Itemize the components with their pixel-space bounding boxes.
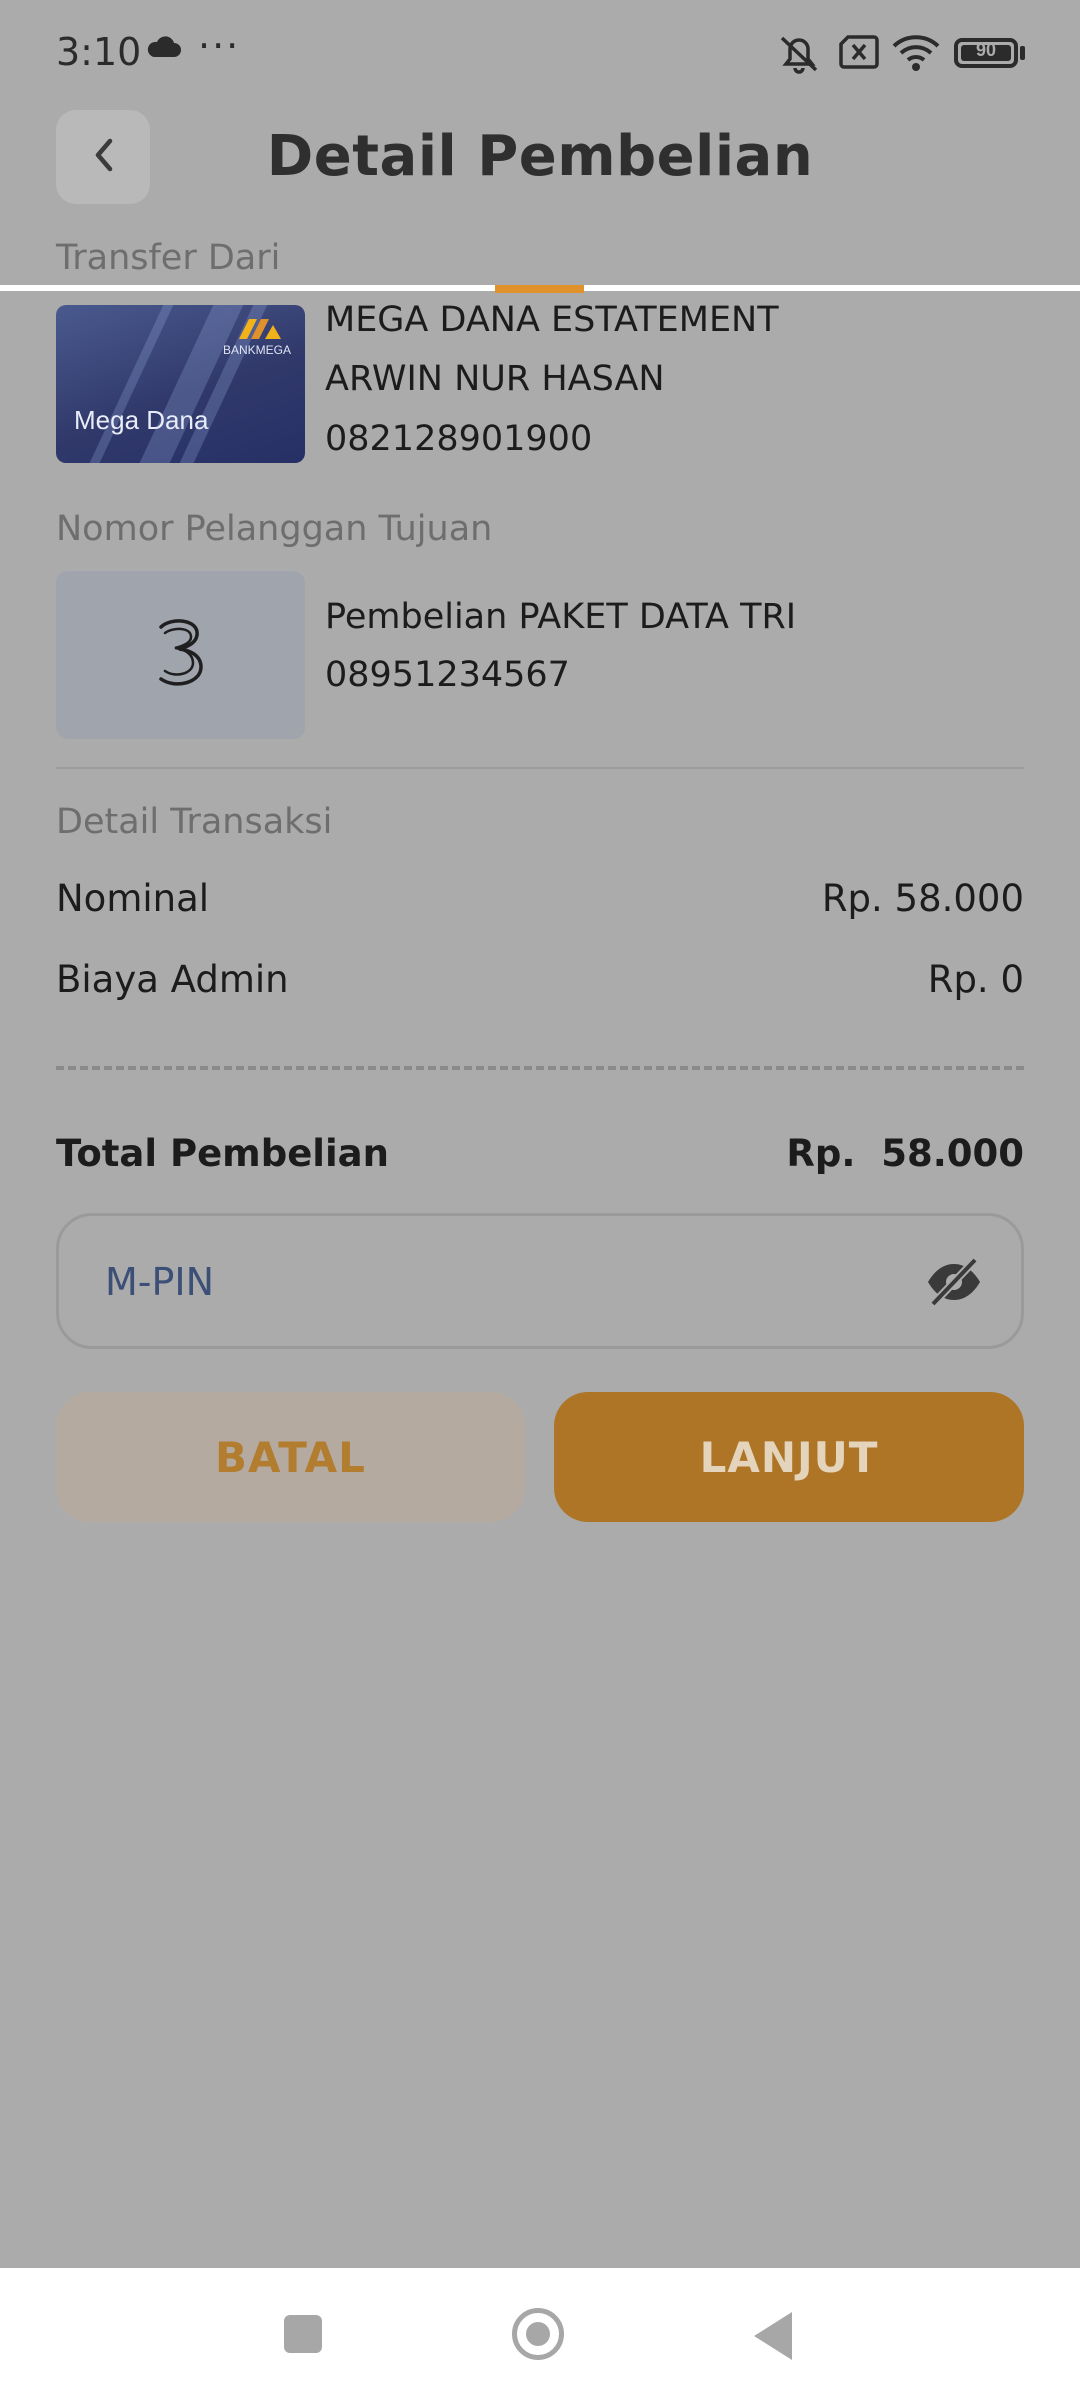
battery-tip (1020, 46, 1025, 60)
bank-mega-logo-icon (237, 317, 283, 343)
operator-logo (56, 571, 305, 739)
home-icon[interactable] (512, 2308, 564, 2360)
card-product-name: Mega Dana (74, 405, 209, 435)
total-value: Rp. 58.000 (786, 1132, 1024, 1175)
status-time: 3:10 (56, 30, 142, 74)
more-notifications-icon: ··· (198, 24, 241, 68)
back-nav-icon[interactable] (754, 2312, 792, 2360)
source-account-name: MEGA DANA ESTATEMENT (325, 300, 779, 340)
admin-fee-label: Biaya Admin (56, 958, 289, 1001)
target-customer-label: Nomor Pelanggan Tujuan (56, 509, 493, 549)
card-bank-name: BANKMEGA (222, 343, 291, 357)
total-label: Total Pembelian (56, 1132, 389, 1175)
wifi-icon (892, 34, 940, 76)
admin-fee-value: Rp. 0 (927, 958, 1024, 1001)
battery-icon: 90 (954, 38, 1018, 68)
target-number: 08951234567 (325, 655, 570, 695)
next-button[interactable]: LANJUT (554, 1392, 1024, 1522)
eye-off-icon[interactable] (925, 1256, 983, 1312)
page-title: Detail Pembelian (266, 124, 814, 189)
transfer-from-label: Transfer Dari (56, 238, 281, 278)
target-product: Pembelian PAKET DATA TRI (325, 597, 797, 637)
progress-indicator (495, 285, 584, 293)
cloud-icon (146, 36, 182, 62)
dashed-divider (56, 1066, 1024, 1070)
nominal-label: Nominal (56, 877, 210, 920)
nominal-value: Rp. 58.000 (821, 877, 1024, 920)
card-image: BANKMEGA Mega Dana (56, 305, 305, 463)
source-account-number: 082128901900 (325, 419, 593, 459)
source-holder-name: ARWIN NUR HASAN (325, 359, 665, 399)
no-sim-icon (838, 34, 880, 74)
mpin-input[interactable] (103, 1216, 907, 1348)
transaction-detail-label: Detail Transaksi (56, 802, 333, 842)
mpin-field[interactable] (56, 1213, 1024, 1349)
mute-icon (776, 34, 822, 78)
status-bar: 3:10 ··· 90 (0, 0, 1080, 100)
battery-level: 90 (975, 40, 997, 60)
section-divider (56, 767, 1024, 769)
tri-logo-icon (151, 615, 211, 695)
recent-apps-icon[interactable] (284, 2315, 322, 2353)
cancel-button[interactable]: BATAL (56, 1392, 525, 1522)
system-nav-bar (0, 2268, 1080, 2400)
